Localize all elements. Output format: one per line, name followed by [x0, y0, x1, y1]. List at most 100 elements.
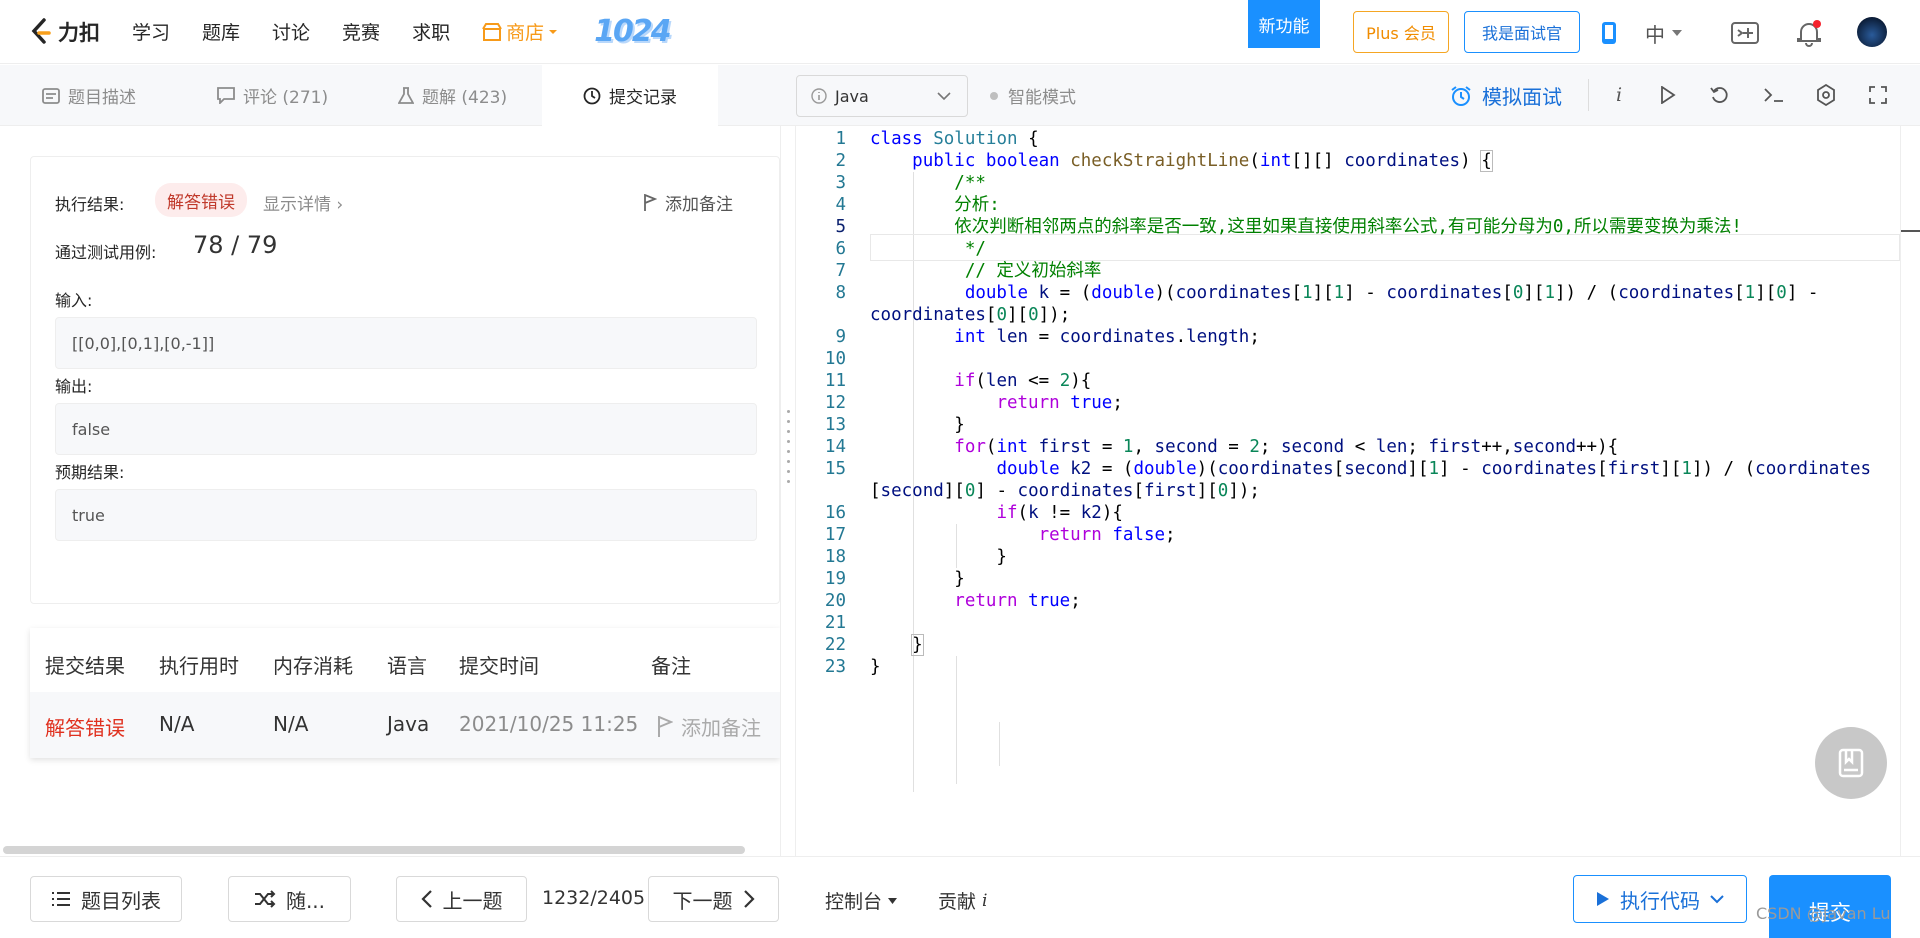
output-value: false: [55, 403, 757, 455]
col-header-time: 提交时间: [459, 654, 539, 678]
tab-description[interactable]: 题目描述: [42, 65, 136, 126]
flag-icon: [644, 193, 657, 211]
problem-list-button[interactable]: 题目列表: [30, 876, 182, 922]
nav-shop-label: 商店: [506, 22, 545, 44]
passed-cases-label: 通过测试用例:: [55, 243, 157, 262]
col-header-memory: 内存消耗: [273, 654, 353, 678]
nav-discuss[interactable]: 讨论: [272, 18, 310, 45]
shuffle-icon: [254, 890, 276, 908]
row-add-note-label: 添加备注: [681, 716, 761, 740]
caret-down-icon: [888, 897, 898, 904]
tab-description-label: 题目描述: [68, 88, 136, 108]
smart-mode-label: 智能模式: [1008, 88, 1076, 108]
tab-submissions-label: 提交记录: [609, 88, 677, 108]
nav-contest[interactable]: 竞赛: [342, 18, 380, 45]
submission-panel: 执行结果: 解答错误 显示详情 › 添加备注 通过测试用例: 78 / 79 输…: [0, 126, 780, 856]
list-icon: [52, 892, 70, 906]
tab-submissions[interactable]: 提交记录: [542, 65, 718, 126]
leetcode-logo[interactable]: 力扣: [28, 17, 100, 47]
result-card: 执行结果: 解答错误 显示详情 › 添加备注 通过测试用例: 78 / 79 输…: [30, 156, 780, 604]
terminal-icon[interactable]: [1762, 83, 1786, 107]
plus-membership-button[interactable]: Plus 会员: [1353, 11, 1449, 53]
bell-icon[interactable]: [1794, 20, 1824, 47]
flag-icon: [658, 715, 673, 737]
table-row[interactable]: 解答错误 N/A N/A Java 2021/10/25 11:25 添加备注: [30, 692, 780, 758]
fullscreen-icon[interactable]: [1866, 83, 1890, 107]
language-label: 中: [1645, 22, 1665, 47]
alarm-icon: [1451, 85, 1471, 106]
nav-jobs[interactable]: 求职: [412, 18, 450, 45]
settings-icon[interactable]: [1814, 83, 1838, 107]
store-icon: [482, 22, 502, 41]
caret-down-icon: [1672, 30, 1682, 36]
submissions-table: 提交结果 执行用时 内存消耗 语言 提交时间 备注 解答错误 N/A N/A J…: [30, 628, 780, 758]
clock-icon: [583, 87, 601, 104]
document-icon: [42, 87, 60, 104]
language-select-value: Java: [835, 86, 869, 106]
chevron-down-icon: [937, 91, 951, 100]
watermark: CSDN @Javan Lu: [1756, 904, 1891, 923]
chevron-left-icon: [420, 890, 432, 908]
next-problem-button[interactable]: 下一题: [648, 876, 779, 922]
horizontal-scrollbar[interactable]: [3, 846, 745, 854]
language-select[interactable]: Java: [796, 75, 968, 117]
chevron-down-icon: [1710, 894, 1724, 903]
contribute-label: 贡献: [938, 891, 977, 913]
console-toggle[interactable]: 控制台: [825, 887, 898, 914]
bottom-toolbar: 题目列表 随... 上一题 1232/2405 下一题 控制台 贡献 i 执行代…: [0, 856, 1920, 938]
caret-down-icon: [549, 29, 558, 34]
row-add-note-button[interactable]: 添加备注: [657, 712, 761, 741]
row-status[interactable]: 解答错误: [45, 712, 125, 741]
console-label: 控制台: [825, 891, 883, 913]
random-problem-button[interactable]: 随...: [228, 876, 351, 922]
code-editor[interactable]: 1 class Solution { 2 public boolean check…: [796, 126, 1900, 856]
event-1024-logo[interactable]: 1024: [594, 14, 671, 49]
row-memory: N/A: [273, 712, 309, 736]
prev-problem-button[interactable]: 上一题: [396, 876, 527, 922]
comment-icon: [217, 87, 235, 104]
logo-text: 力扣: [58, 20, 100, 45]
undo-icon[interactable]: [1708, 83, 1732, 107]
show-detail-link[interactable]: 显示详情 ›: [263, 190, 343, 215]
top-navigation: 力扣 学习 题库 讨论 竞赛 求职 商店 1024 新功能 Plus 会员 我是…: [0, 0, 1920, 64]
editor-vertical-scrollbar[interactable]: [1900, 126, 1920, 856]
problem-progress: 1232/2405: [542, 887, 646, 909]
tab-solutions[interactable]: 题解 (423): [398, 65, 507, 126]
nav-shop[interactable]: 商店: [482, 18, 558, 45]
interviewer-button[interactable]: 我是面试官: [1464, 11, 1580, 53]
playground-icon[interactable]: [1730, 20, 1760, 46]
exec-result-label: 执行结果:: [55, 195, 125, 214]
status-badge: 解答错误: [155, 183, 247, 217]
workspace-tab-bar: 题目描述 评论 (271) 题解 (423) 提交记录 Java 智能模式 模拟…: [0, 65, 1920, 126]
mock-interview-button[interactable]: 模拟面试: [1450, 65, 1562, 126]
smart-mode-dot: [990, 91, 998, 100]
avatar[interactable]: [1856, 16, 1888, 48]
play-icon[interactable]: [1656, 83, 1680, 107]
smart-mode-toggle[interactable]: 智能模式: [990, 65, 1076, 126]
nav-learn[interactable]: 学习: [132, 18, 170, 45]
tab-comments[interactable]: 评论 (271): [217, 65, 328, 126]
tab-comments-label: 评论 (271): [243, 88, 329, 108]
info-italic-icon[interactable]: i: [1607, 83, 1631, 107]
run-code-button[interactable]: 执行代码: [1573, 875, 1747, 923]
panel-splitter[interactable]: [780, 126, 796, 856]
next-problem-label: 下一题: [672, 888, 733, 913]
new-feature-banner[interactable]: 新功能: [1248, 0, 1320, 48]
language-switcher[interactable]: 中: [1640, 20, 1688, 47]
info-italic-icon: i: [982, 890, 988, 911]
tab-solutions-label: 题解 (423): [422, 88, 508, 108]
prev-problem-label: 上一题: [442, 888, 503, 913]
leetcode-logo-icon: [31, 17, 51, 44]
nav-problems[interactable]: 题库: [202, 18, 240, 45]
row-time: 2021/10/25 11:25: [459, 712, 639, 736]
random-problem-label: 随...: [285, 888, 326, 913]
toolbar-divider: [1588, 79, 1589, 111]
contribute-button[interactable]: 贡献 i: [938, 887, 987, 914]
expected-label: 预期结果:: [55, 463, 125, 482]
col-header-language: 语言: [387, 654, 427, 678]
run-code-label: 执行代码: [1620, 888, 1700, 913]
notebook-fab[interactable]: [1815, 727, 1887, 799]
phone-icon[interactable]: [1596, 20, 1622, 46]
add-note-button[interactable]: 添加备注: [643, 190, 733, 215]
col-header-note: 备注: [651, 654, 691, 678]
